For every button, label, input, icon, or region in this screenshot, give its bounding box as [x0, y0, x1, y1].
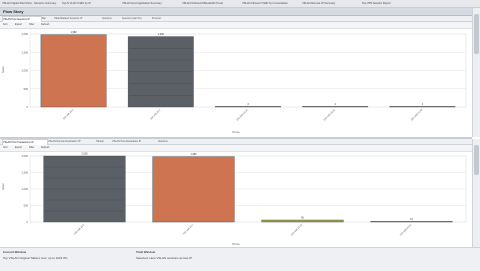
lower-tab-4[interactable]: Sessions [158, 139, 176, 144]
upper-x-title: Proto [232, 130, 240, 134]
upper-scrollbar[interactable] [472, 8, 480, 137]
lower-tab-1[interactable]: VSLAN Remote Destination IP [48, 139, 94, 144]
y-tick-label: 0 [27, 220, 29, 224]
lower-scrollbar[interactable] [472, 139, 480, 247]
upper-sort-button[interactable]: Sort [3, 22, 7, 28]
window-title: Flow Story [3, 9, 24, 14]
value-label: 1,980 [191, 153, 198, 156]
lower-y-title: Sess [1, 183, 5, 190]
bar-4[interactable] [389, 106, 456, 108]
upper-tab-1[interactable]: Bar [42, 16, 52, 21]
bar-2[interactable] [215, 106, 281, 108]
top-tab-6[interactable]: Top VPN Session Report [362, 1, 432, 6]
x-tick-label: 192.168.10.7 [182, 223, 194, 235]
upper-export-button[interactable]: Export [15, 22, 22, 28]
top-tab-0[interactable]: VSLAN Capital Reef Flow - Sessions Summa… [2, 1, 60, 6]
upper-tab-4[interactable]: Sessions (last 5m) [122, 16, 150, 21]
y-tick-label: 0 [27, 105, 29, 109]
upper-y-title: Sess [1, 66, 5, 73]
upper-bar-chart: Sess Proto 0 500 1,000 1,500 2,000 1,980 192.1… [1, 31, 467, 134]
lower-bar-chart: Sess Proto 0 500 1,000 1,500 2,000 2,000 192.1… [1, 153, 467, 246]
current-window-text: Top VSLAN Original Talkers max: up to 10… [3, 256, 68, 260]
upper-tab-5[interactable]: Protocol [152, 16, 172, 21]
lower-refresh-button[interactable]: Refresh [41, 145, 49, 151]
lower-scroll-thumb[interactable] [474, 145, 479, 175]
value-label: 1,980 [71, 31, 78, 34]
x-tick-label: 192.168.10.21 [399, 223, 412, 236]
x-tick-label: 192.168.10.7 [150, 108, 162, 120]
total-window-label: Total Window [136, 250, 156, 254]
bar-1[interactable] [152, 156, 235, 223]
upper-filter-button[interactable]: Filter [29, 22, 34, 28]
window-titlebar: Flow Story [0, 8, 472, 16]
x-tick-label: 192.168.10.12 [236, 108, 249, 121]
x-tick-label: 192.168.10.33 [410, 108, 423, 121]
lower-tab-3[interactable]: VSLAN Host Destination IP [112, 139, 156, 144]
browser-tab-strip: VSLAN Capital Reef Flow - Sessions Summa… [0, 0, 480, 8]
value-label: 2,000 [82, 153, 89, 156]
lower-x-title: Proto [232, 242, 240, 246]
top-tab-1[interactable]: Top-N VLAN Traffic by IP [62, 1, 120, 6]
y-tick-label: 500 [24, 87, 29, 91]
top-tab-4[interactable]: VSLAN Inbound Traffic by Conversation [242, 1, 300, 6]
upper-scroll-thumb[interactable] [474, 14, 479, 54]
y-tick-label: 1,000 [22, 69, 29, 73]
bar-3[interactable] [370, 221, 453, 223]
x-tick-label: 192.168.10.5 [73, 223, 85, 235]
y-tick-label: 2,000 [22, 154, 29, 158]
bar-3[interactable] [302, 106, 369, 108]
y-tick-label: 2,000 [22, 32, 29, 36]
lower-filter-button[interactable]: Filter [29, 145, 34, 151]
y-tick-label: 1,000 [22, 187, 29, 191]
top-tab-2[interactable]: VSLAN Host Application Summary [122, 1, 180, 6]
bar-0[interactable] [40, 34, 107, 108]
top-tab-5[interactable]: VSLAN Remote IP Summary [302, 1, 360, 6]
upper-tab-2[interactable]: Table/Stacked Sessions IP [54, 16, 100, 21]
y-tick-label: 500 [24, 204, 29, 208]
lower-tab-2[interactable]: Tabular [96, 139, 110, 144]
bar-2[interactable] [261, 219, 344, 223]
status-bar: Current Window Top VSLAN Original Talker… [0, 247, 480, 271]
x-tick-label: 192.168.10.21 [323, 108, 336, 121]
lower-export-button[interactable]: Export [15, 145, 22, 151]
x-tick-label: 192.168.10.12 [290, 223, 303, 236]
current-window-label: Current Window [3, 250, 27, 254]
top-tab-3[interactable]: VSLAN Outbound Bandwidth Trend [182, 1, 240, 6]
y-tick-label: 1,500 [22, 171, 29, 175]
total-window-text: Selected: Host VSLAN sessions across IP [136, 256, 193, 260]
upper-toolbar: Sort Export Filter Refresh [0, 22, 472, 29]
lower-toolbar: Sort Export Filter Refresh [0, 145, 472, 152]
lower-sort-button[interactable]: Sort [3, 145, 7, 151]
x-tick-label: 192.168.10.5 [62, 108, 74, 120]
upper-refresh-button[interactable]: Refresh [41, 22, 49, 28]
value-label: 1,930 [158, 33, 165, 36]
upper-tab-3[interactable]: Sessions [102, 16, 120, 21]
y-tick-label: 1,500 [22, 50, 29, 54]
